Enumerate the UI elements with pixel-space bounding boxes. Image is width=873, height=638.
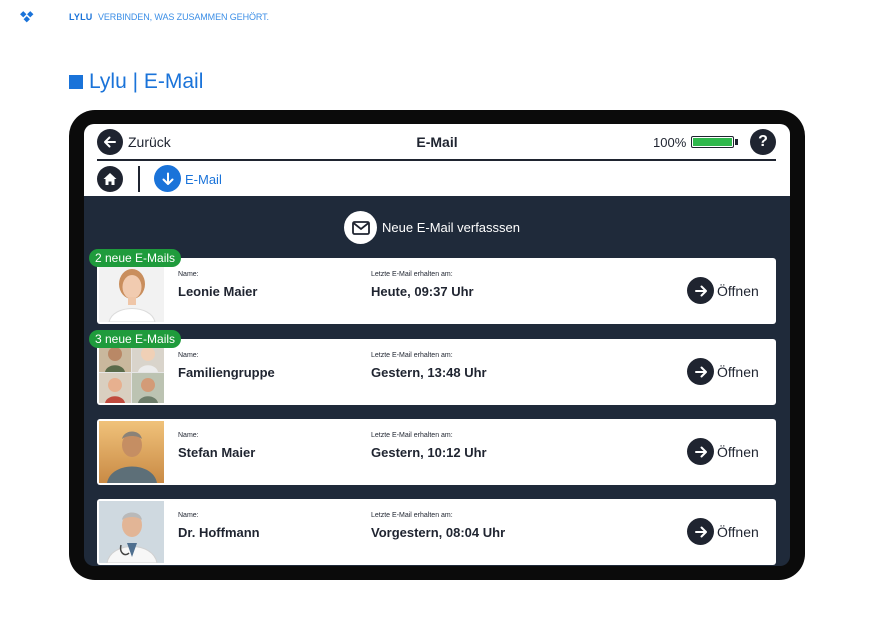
date-label: Letzte E-Mail erhalten am: — [371, 432, 453, 439]
tablet-topbar: Zurück E-Mail 100% ? E-Mail — [84, 124, 790, 196]
mail-icon — [344, 211, 377, 244]
contact-name: Familiengruppe — [178, 365, 275, 380]
arrow-right-icon — [687, 518, 714, 545]
back-label[interactable]: Zurück — [128, 134, 171, 150]
help-button[interactable]: ? — [750, 129, 776, 155]
last-email-date: Gestern, 13:48 Uhr — [371, 365, 487, 380]
avatar — [99, 260, 164, 322]
avatar — [99, 421, 164, 483]
arrow-down-icon — [162, 172, 173, 185]
home-icon — [103, 173, 117, 185]
battery-percentage: 100% — [653, 135, 687, 150]
tablet-frame: Zurück E-Mail 100% ? E-Mail Neue E-Mail … — [69, 110, 805, 580]
date-label: Letzte E-Mail erhalten am: — [371, 512, 453, 519]
arrow-right-icon — [687, 277, 714, 304]
tablet-screen: Zurück E-Mail 100% ? E-Mail Neue E-Mail … — [84, 124, 790, 566]
battery-tip — [735, 139, 738, 145]
open-button[interactable]: Öffnen — [687, 438, 759, 465]
arrow-left-icon — [104, 136, 116, 148]
breadcrumb-separator — [138, 166, 140, 192]
arrow-right-icon — [687, 438, 714, 465]
breadcrumb-email-button[interactable] — [154, 165, 181, 192]
date-label: Letzte E-Mail erhalten am: — [371, 352, 453, 359]
compose-email-button[interactable]: Neue E-Mail verfasssen — [344, 211, 520, 244]
page-title: Lylu | E-Mail — [89, 70, 204, 93]
contact-name: Stefan Maier — [178, 445, 256, 460]
battery-level — [693, 138, 732, 146]
contact-name: Dr. Hoffmann — [178, 525, 260, 540]
avatar — [99, 501, 164, 563]
back-button[interactable] — [97, 129, 123, 155]
topbar-divider — [97, 159, 776, 161]
email-row-stefan-maier[interactable]: Name: Stefan Maier Letzte E-Mail erhalte… — [97, 419, 776, 485]
contact-name: Leonie Maier — [178, 284, 258, 299]
lylu-logo-icon — [20, 11, 34, 23]
brand-name: LYLU — [69, 12, 93, 22]
brand-tagline: VERBINDEN, WAS ZUSAMMEN GEHÖRT. — [98, 12, 269, 22]
email-row-familiengruppe[interactable]: Name: Familiengruppe Letzte E-Mail erhal… — [97, 339, 776, 405]
home-button[interactable] — [97, 166, 123, 192]
battery-icon — [691, 136, 734, 148]
name-label: Name: — [178, 352, 199, 359]
avatar — [99, 341, 164, 403]
name-label: Name: — [178, 432, 199, 439]
last-email-date: Heute, 09:37 Uhr — [371, 284, 474, 299]
open-button[interactable]: Öffnen — [687, 358, 759, 385]
open-label: Öffnen — [717, 443, 759, 460]
last-email-date: Gestern, 10:12 Uhr — [371, 445, 487, 460]
page-heading: Lylu | E-Mail — [69, 70, 203, 94]
breadcrumb-current[interactable]: E-Mail — [185, 172, 222, 187]
open-label: Öffnen — [717, 282, 759, 299]
email-row-dr-hoffmann[interactable]: Name: Dr. Hoffmann Letzte E-Mail erhalte… — [97, 499, 776, 565]
name-label: Name: — [178, 271, 199, 278]
new-emails-badge: 3 neue E-Mails — [89, 330, 182, 348]
name-label: Name: — [178, 512, 199, 519]
open-button[interactable]: Öffnen — [687, 518, 759, 545]
last-email-date: Vorgestern, 08:04 Uhr — [371, 525, 506, 540]
open-label: Öffnen — [717, 363, 759, 380]
open-button[interactable]: Öffnen — [687, 277, 759, 304]
heading-square-icon — [69, 75, 83, 89]
compose-label: Neue E-Mail verfasssen — [382, 220, 520, 235]
help-label: ? — [758, 133, 768, 150]
date-label: Letzte E-Mail erhalten am: — [371, 271, 453, 278]
arrow-right-icon — [687, 358, 714, 385]
new-emails-badge: 2 neue E-Mails — [89, 249, 182, 267]
email-row-leonie-maier[interactable]: Name: Leonie Maier Letzte E-Mail erhalte… — [97, 258, 776, 324]
open-label: Öffnen — [717, 523, 759, 540]
